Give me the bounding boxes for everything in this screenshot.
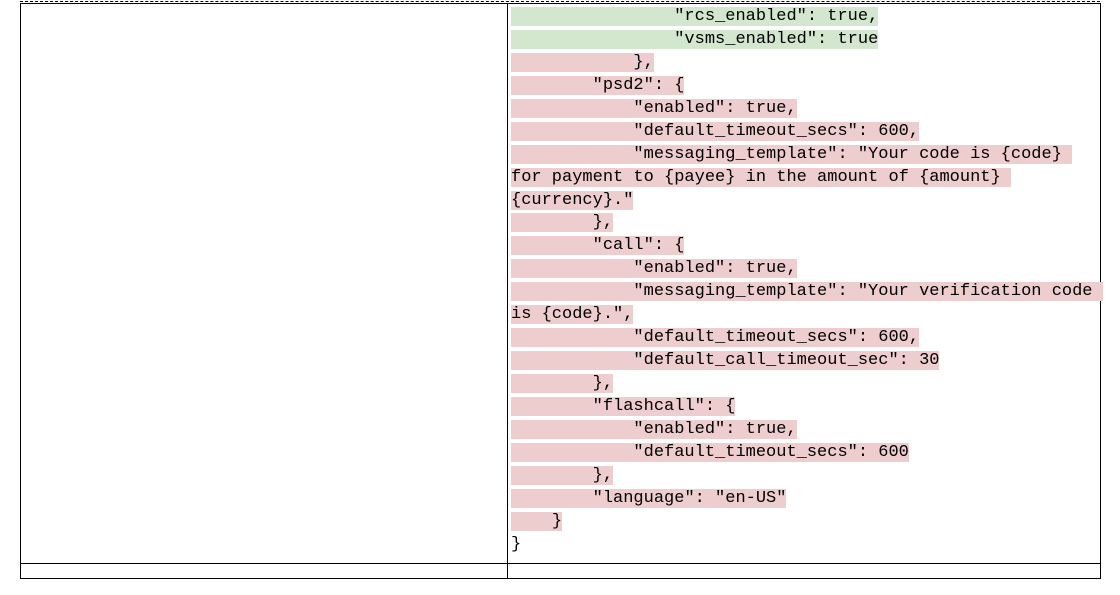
diff-left-cell: [21, 4, 508, 564]
code-line: }: [511, 512, 562, 531]
table-row: "rcs_enabled": true, "vsms_enabled": tru…: [21, 4, 1101, 564]
code-line: "call": {: [511, 236, 684, 255]
code-line: },: [511, 213, 613, 232]
table-row: [21, 563, 1101, 578]
code-line: "flashcall": {: [511, 397, 735, 416]
code-line: },: [511, 53, 654, 72]
code-line: "default_timeout_secs": 600,: [511, 122, 919, 141]
table-top-dashed: [20, 1, 1100, 2]
empty-cell-left: [21, 563, 508, 578]
code-line: "enabled": true,: [511, 99, 797, 118]
code-line: },: [511, 374, 613, 393]
code-line: "enabled": true,: [511, 420, 797, 439]
code-line: "enabled": true,: [511, 259, 797, 278]
code-line: "vsms_enabled": true: [511, 30, 878, 49]
code-line: },: [511, 466, 613, 485]
code-line: "messaging_template": "Your verification…: [511, 282, 1103, 324]
code-line: "default_call_timeout_sec": 30: [511, 351, 939, 370]
code-line: }: [511, 535, 521, 554]
code-line: "rcs_enabled": true,: [511, 7, 878, 26]
diff-table: "rcs_enabled": true, "vsms_enabled": tru…: [20, 3, 1101, 579]
code-line: "messaging_template": "Your code is {cod…: [511, 145, 1072, 210]
code-line: "language": "en-US": [511, 489, 786, 508]
empty-cell-right: [508, 563, 1101, 578]
code-line: "default_timeout_secs": 600,: [511, 328, 919, 347]
code-block: "rcs_enabled": true, "vsms_enabled": tru…: [511, 6, 1097, 557]
code-line: "default_timeout_secs": 600: [511, 443, 909, 462]
code-line: "psd2": {: [511, 76, 684, 95]
diff-right-cell: "rcs_enabled": true, "vsms_enabled": tru…: [508, 4, 1101, 564]
